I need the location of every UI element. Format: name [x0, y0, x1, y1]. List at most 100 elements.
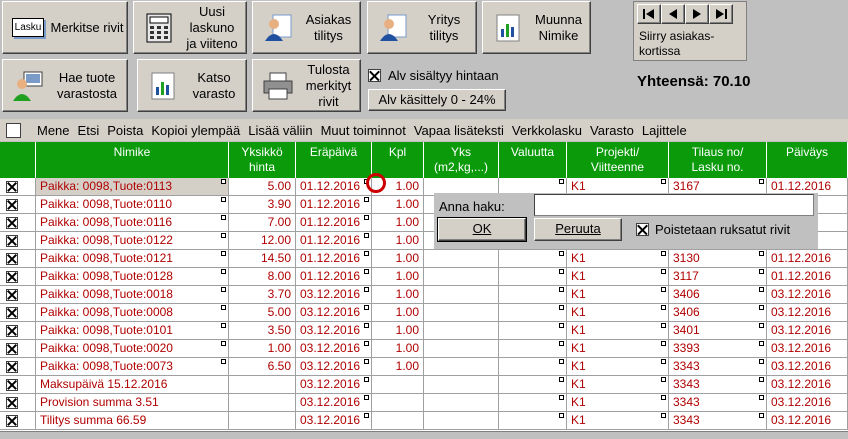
ok-button[interactable]: OK [437, 217, 527, 242]
nimike-cell[interactable]: Paikka: 0098,Tuote:0128 [36, 268, 229, 286]
nimike-cell[interactable]: Paikka: 0098,Tuote:0116 [36, 214, 229, 232]
muunna-nimike-button[interactable]: Muunna Nimike [482, 1, 591, 54]
erapaiva-cell[interactable]: 03.12.2016 [296, 340, 372, 358]
row-checkbox[interactable] [6, 307, 18, 319]
row-select-cell[interactable] [0, 178, 36, 196]
projekti-cell[interactable]: K1 [567, 394, 669, 412]
tilaus-cell[interactable]: 3343 [669, 394, 767, 412]
column-header[interactable]: Päiväys [767, 142, 848, 178]
paivays-cell[interactable]: 03.12.2016 [767, 286, 848, 304]
row-checkbox[interactable] [6, 217, 18, 229]
kpl-cell[interactable]: 1.00 [372, 358, 424, 376]
row-checkbox[interactable] [6, 253, 18, 265]
table-row[interactable]: Paikka: 0098,Tuote:0128 8.00 01.12.2016 1.0… [0, 268, 848, 286]
col6-cell[interactable] [499, 322, 567, 340]
kpl-cell[interactable]: 1.00 [372, 340, 424, 358]
last-record-button[interactable] [709, 4, 733, 24]
hinta-cell[interactable]: 12.00 [229, 232, 296, 250]
previous-record-button[interactable] [661, 4, 685, 24]
row-select-cell[interactable] [0, 232, 36, 250]
col5-cell[interactable] [424, 250, 499, 268]
paivays-cell[interactable]: 01.12.2016 [767, 250, 848, 268]
erapaiva-cell[interactable]: 01.12.2016 [296, 232, 372, 250]
nimike-cell[interactable]: Paikka: 0098,Tuote:0122 [36, 232, 229, 250]
tilaus-cell[interactable]: 3393 [669, 340, 767, 358]
row-checkbox[interactable] [6, 397, 18, 409]
row-select-cell[interactable] [0, 394, 36, 412]
kpl-cell[interactable]: 1.00 [372, 268, 424, 286]
column-header[interactable]: Kpl [372, 142, 424, 178]
row-select-cell[interactable] [0, 340, 36, 358]
col5-cell[interactable] [424, 268, 499, 286]
erapaiva-cell[interactable]: 03.12.2016 [296, 322, 372, 340]
tilaus-cell[interactable]: 3117 [669, 268, 767, 286]
hinta-cell[interactable] [229, 412, 296, 430]
hinta-cell[interactable] [229, 376, 296, 394]
erapaiva-cell[interactable]: 01.12.2016 [296, 214, 372, 232]
col6-cell[interactable] [499, 340, 567, 358]
alv-checkbox[interactable] [368, 69, 381, 82]
row-checkbox[interactable] [6, 199, 18, 211]
row-checkbox[interactable] [6, 271, 18, 283]
col5-cell[interactable] [424, 304, 499, 322]
menu-item[interactable]: Mene [33, 123, 74, 138]
paivays-cell[interactable]: 03.12.2016 [767, 394, 848, 412]
kpl-cell[interactable]: 1.00 [372, 214, 424, 232]
row-checkbox[interactable] [6, 235, 18, 247]
kpl-cell[interactable]: 1.00 [372, 232, 424, 250]
col5-cell[interactable] [424, 358, 499, 376]
delete-checked-row[interactable]: Poistetaan ruksatut rivit [636, 222, 790, 237]
nimike-cell[interactable]: Paikka: 0098,Tuote:0008 [36, 304, 229, 322]
row-select-cell[interactable] [0, 304, 36, 322]
column-header[interactable]: Eräpäivä [296, 142, 372, 178]
paivays-cell[interactable]: 03.12.2016 [767, 304, 848, 322]
table-row[interactable]: Paikka: 0098,Tuote:0020 1.00 03.12.2016 1.0… [0, 340, 848, 358]
hinta-cell[interactable]: 14.50 [229, 250, 296, 268]
hinta-cell[interactable]: 8.00 [229, 268, 296, 286]
kpl-cell[interactable]: 1.00 [372, 322, 424, 340]
hinta-cell[interactable]: 5.00 [229, 304, 296, 322]
col6-cell[interactable] [499, 412, 567, 430]
table-row[interactable]: Paikka: 0098,Tuote:0008 5.00 03.12.2016 1.0… [0, 304, 848, 322]
tilaus-cell[interactable]: 3406 [669, 304, 767, 322]
menu-item[interactable]: Etsi [74, 123, 104, 138]
col6-cell[interactable] [499, 304, 567, 322]
search-input[interactable] [534, 194, 814, 216]
tilaus-cell[interactable]: 3343 [669, 358, 767, 376]
table-row[interactable]: Provision summa 3.51 03.12.2016 K1 3343 03.1… [0, 394, 848, 412]
erapaiva-cell[interactable]: 01.12.2016 [296, 268, 372, 286]
row-checkbox[interactable] [6, 181, 18, 193]
col5-cell[interactable] [424, 376, 499, 394]
menu-item[interactable]: Muut toiminnot [317, 123, 410, 138]
erapaiva-cell[interactable]: 01.12.2016 [296, 250, 372, 268]
row-select-cell[interactable] [0, 376, 36, 394]
paivays-cell[interactable]: 03.12.2016 [767, 340, 848, 358]
menu-item[interactable]: Kopioi ylempää [147, 123, 244, 138]
table-row[interactable]: Paikka: 0098,Tuote:0121 14.50 01.12.2016 1.… [0, 250, 848, 268]
table-row[interactable]: Maksupäivä 15.12.2016 03.12.2016 K1 3343 03.… [0, 376, 848, 394]
row-select-cell[interactable] [0, 196, 36, 214]
paivays-cell[interactable]: 03.12.2016 [767, 358, 848, 376]
projekti-cell[interactable]: K1 [567, 412, 669, 430]
col6-cell[interactable] [499, 286, 567, 304]
paivays-cell[interactable]: 03.12.2016 [767, 412, 848, 430]
paivays-cell[interactable]: 03.12.2016 [767, 322, 848, 340]
table-row[interactable]: Paikka: 0098,Tuote:0073 6.50 03.12.2016 1.0… [0, 358, 848, 376]
kpl-cell[interactable]: 1.00 [372, 250, 424, 268]
row-checkbox[interactable] [6, 343, 18, 355]
col5-cell[interactable] [424, 340, 499, 358]
col5-cell[interactable] [424, 394, 499, 412]
kpl-cell[interactable] [372, 376, 424, 394]
table-row[interactable]: Paikka: 0098,Tuote:0018 3.70 03.12.2016 1.0… [0, 286, 848, 304]
uusi-laskuno-button[interactable]: Uusi laskuno ja viiteno [133, 1, 247, 54]
row-checkbox[interactable] [6, 415, 18, 427]
cancel-button[interactable]: Peruuta [534, 218, 622, 241]
menu-item[interactable]: Lajittele [638, 123, 691, 138]
erapaiva-cell[interactable]: 03.12.2016 [296, 376, 372, 394]
paivays-cell[interactable]: 01.12.2016 [767, 268, 848, 286]
horizontal-scrollbar[interactable] [0, 431, 848, 439]
erapaiva-cell[interactable]: 03.12.2016 [296, 304, 372, 322]
hinta-cell[interactable]: 7.00 [229, 214, 296, 232]
row-select-cell[interactable] [0, 358, 36, 376]
kpl-cell[interactable] [372, 412, 424, 430]
